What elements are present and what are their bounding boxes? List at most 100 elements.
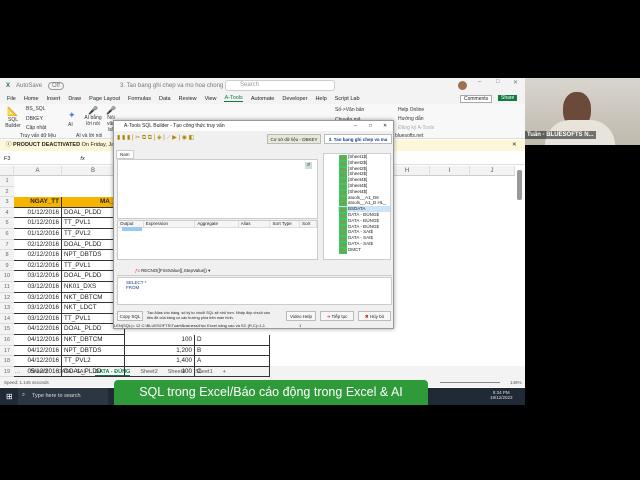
row-header[interactable]: 6 — [0, 229, 14, 240]
share-button[interactable]: Share — [498, 95, 518, 101]
menu-tab[interactable]: A-Tools — [224, 95, 243, 102]
row-header[interactable]: 10 — [0, 271, 14, 282]
tree-table-item[interactable]: DMCT — [338, 247, 390, 254]
copy-sql-button[interactable]: Copy SQL — [117, 311, 143, 321]
query-canvas[interactable]: ⌕ — [117, 159, 318, 219]
grid-column-header[interactable]: Expression — [143, 221, 196, 228]
avatar[interactable] — [458, 81, 467, 90]
menu-tab[interactable]: Home — [24, 96, 39, 102]
table-cell[interactable]: 100 — [125, 366, 195, 378]
function-select[interactable]: ƒx RECNO([FirstValue][,StepValue]) ▾ — [117, 266, 392, 276]
help-online-button[interactable]: Help Online — [398, 107, 424, 113]
comments-button[interactable]: Comments — [460, 95, 493, 103]
file-select[interactable]: 3. Tao bang ghi chep va ma — [324, 134, 392, 144]
select-all[interactable] — [0, 166, 14, 176]
clock[interactable]: 8:34 PM 19/12/2023 — [490, 390, 513, 400]
row-header[interactable]: 18 — [0, 356, 14, 367]
table-tree[interactable]: [Sheet1$] [Sheet2$] [Sheet2$] [Sheet2$] [She… — [323, 153, 391, 260]
table-cell[interactable]: 1,400 — [125, 356, 195, 367]
menu-tab[interactable]: Insert — [47, 96, 61, 102]
search-box[interactable]: Search — [225, 80, 335, 91]
close-button[interactable]: ✕ — [513, 79, 518, 86]
menu-tab[interactable]: Draw — [68, 96, 81, 102]
table-cell[interactable]: 04/12/2016 — [14, 335, 62, 346]
table-cell[interactable]: C — [195, 366, 270, 378]
row-header[interactable]: 11 — [0, 282, 14, 293]
table-cell[interactable]: D — [195, 335, 270, 346]
table-cell[interactable]: B — [195, 345, 270, 357]
zoom-level[interactable]: 146% — [510, 378, 522, 387]
menu-tab[interactable]: Developer — [282, 96, 307, 102]
dbkey-button[interactable]: DBKEY — [26, 116, 43, 122]
table-cell[interactable]: 1,200 — [125, 345, 195, 357]
dialog-minimize[interactable]: – — [354, 121, 357, 131]
name-box[interactable]: F3 — [4, 156, 10, 162]
row-header[interactable]: 19 — [0, 366, 14, 378]
row-header[interactable]: 1 — [0, 176, 14, 187]
row-header[interactable]: 5 — [0, 218, 14, 229]
table-cell[interactable]: 03/12/2016 — [14, 303, 62, 314]
guide-button[interactable]: Hướng dẫn — [398, 116, 424, 122]
row-header[interactable]: 13 — [0, 303, 14, 314]
zoom-slider[interactable] — [440, 382, 500, 383]
table-cell[interactable]: 03/12/2016 — [14, 313, 62, 325]
taskbar-search[interactable]: Type here to search — [18, 388, 108, 405]
dialog-maximize[interactable]: □ — [369, 121, 372, 131]
column-header[interactable]: A — [14, 166, 62, 176]
grid-column-header[interactable]: Alias — [238, 221, 271, 228]
vertical-scrollbar[interactable] — [517, 170, 522, 200]
minimize-button[interactable]: – — [478, 79, 481, 85]
columns-grid[interactable]: Output Expression Aggregate Alias Sort Type S… — [117, 220, 318, 260]
table-cell[interactable]: 01/12/2016 — [14, 207, 62, 219]
tab-nam[interactable]: Nam — [116, 150, 134, 159]
menu-tab[interactable]: File — [7, 96, 16, 102]
windows-start-icon[interactable]: ⊞ — [6, 392, 13, 401]
table-cell[interactable]: 03/12/2016 — [14, 282, 62, 293]
menu-tab[interactable]: View — [205, 96, 217, 102]
menu-tab[interactable]: Formulas — [128, 96, 151, 102]
menu-tab[interactable]: Automate — [251, 96, 275, 102]
row-header[interactable]: 12 — [0, 292, 14, 304]
table-cell[interactable]: 03/12/2016 — [14, 292, 62, 304]
cancel-button[interactable]: ✖ Hủy bỏ — [358, 311, 391, 321]
ai-voice-button[interactable]: 🎤 AI bằng lời nói — [82, 106, 104, 127]
table-cell[interactable]: DOAL_PLDD — [62, 366, 125, 378]
table-cell[interactable]: 04/12/2016 — [14, 356, 62, 367]
dialog-close[interactable]: ✕ — [383, 121, 387, 131]
row-header[interactable]: 15 — [0, 324, 14, 335]
table-cell[interactable]: 01/12/2016 — [14, 229, 62, 240]
table-cell[interactable]: 04/12/2016 — [14, 345, 62, 357]
zoom-search-icon[interactable]: ⌕ — [305, 162, 313, 169]
table-cell[interactable]: 100 — [125, 335, 195, 346]
autosave-toggle[interactable]: Off — [48, 81, 64, 90]
column-header[interactable]: I — [430, 166, 470, 176]
column-title-cell[interactable]: NGAY_TT — [14, 197, 62, 208]
grid-column-header[interactable]: Aggregate — [195, 221, 239, 228]
table-cell[interactable]: 02/12/2016 — [14, 260, 62, 272]
table-cell[interactable]: 02/12/2016 — [14, 250, 62, 261]
menu-tab[interactable]: Review — [179, 96, 197, 102]
row-header[interactable]: 17 — [0, 345, 14, 357]
row-header[interactable]: 14 — [0, 313, 14, 325]
fx-icon[interactable]: fx — [80, 156, 84, 162]
continue-button[interactable]: ➜ Tiếp tục — [320, 311, 354, 321]
table-cell[interactable]: 01/12/2016 — [14, 218, 62, 229]
toolbar-icons[interactable]: ▮ ▮ ▮ | ✂ ⧉ ⧉ | ◈ | ⟋ ▶ | ◉ ◧ — [117, 134, 194, 142]
bluesofts-link[interactable]: bluesofts.net — [395, 133, 423, 139]
row-header[interactable]: 9 — [0, 260, 14, 272]
column-header[interactable]: J — [470, 166, 515, 176]
number-to-text-button[interactable]: Số->Văn bản — [335, 107, 364, 113]
row-header[interactable]: 2 — [0, 186, 14, 198]
row-header[interactable]: 4 — [0, 207, 14, 219]
table-cell[interactable]: 03/12/2016 — [14, 271, 62, 282]
ai-button[interactable]: AI — [68, 122, 73, 128]
ai-icon[interactable]: ✦ — [68, 110, 76, 121]
output-checkbox[interactable] — [122, 227, 142, 231]
video-help-button[interactable]: Video Help — [286, 311, 316, 321]
register-button[interactable]: Đăng ký A-Tools — [398, 125, 434, 131]
grid-column-header[interactable]: Sort — [300, 221, 317, 228]
sql-editor[interactable]: SELECT * FROM — [117, 277, 392, 305]
row-header[interactable]: 3 — [0, 197, 14, 208]
cap-nhat-button[interactable]: Cập nhật — [26, 125, 46, 131]
menu-tab[interactable]: Help — [315, 96, 326, 102]
